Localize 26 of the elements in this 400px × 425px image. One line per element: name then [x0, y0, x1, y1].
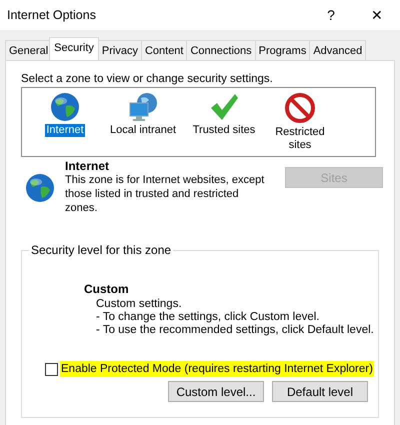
prohibited-icon [284, 92, 316, 124]
checkbox-label[interactable]: Enable Protected Mode (requires restarting Internet Explorer) [60, 361, 374, 377]
tab[interactable]: Advanced [309, 40, 366, 60]
checkmark-icon [209, 92, 239, 122]
level-button[interactable]: Default level [272, 381, 368, 402]
zone-title: Internet [65, 159, 110, 173]
zone-item[interactable]: Restricted sites [269, 126, 331, 152]
zone-description: This zone is for Internet websites, except those listed in trusted and restricted zones. [65, 173, 265, 215]
level-button[interactable]: Custom level... [168, 381, 264, 402]
checkbox[interactable] [45, 362, 58, 376]
tab[interactable]: Security [49, 37, 99, 60]
level-name: Custom [84, 283, 130, 296]
window-title: Internet Options [7, 8, 96, 22]
zone-prompt: Select a zone to view or change security settings. [21, 73, 274, 85]
globe-icon [25, 173, 55, 203]
level-description: Custom settings. [95, 298, 183, 311]
group-legend: Security level for this zone [29, 243, 174, 257]
level-description: - To use the recommended settings, click Default level. [95, 324, 375, 337]
globe-icon [50, 92, 80, 122]
zone-item[interactable]: Local intranet [108, 124, 178, 137]
level-description: - To change the settings, click Custom level. [95, 311, 321, 324]
close-button[interactable]: ✕ [354, 0, 400, 30]
zone-item[interactable]: Trusted sites [192, 124, 256, 137]
network-computer-icon [127, 92, 159, 122]
help-button[interactable]: ? [308, 0, 354, 30]
zone-item[interactable]: Internet [45, 124, 85, 137]
